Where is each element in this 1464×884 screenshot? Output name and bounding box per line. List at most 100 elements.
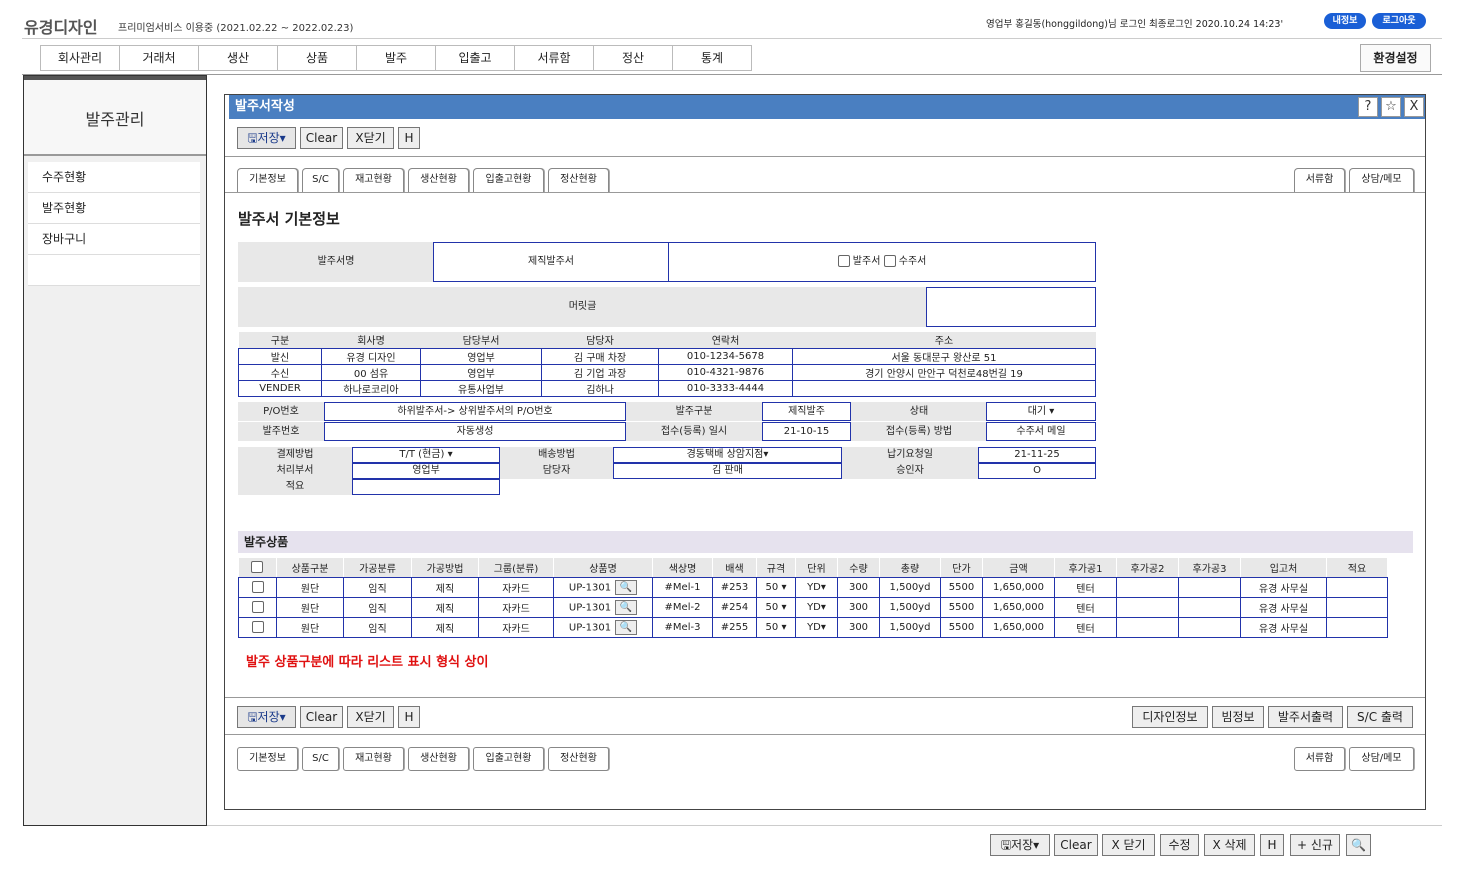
- received-order-checkbox[interactable]: [883, 255, 896, 267]
- product-cell[interactable]: [1178, 576, 1241, 598]
- product-cell[interactable]: 임직: [343, 596, 412, 618]
- order-checkbox[interactable]: [837, 255, 850, 267]
- product-name[interactable]: UP-1301: [569, 622, 611, 633]
- star-icon[interactable]: ☆: [1381, 97, 1401, 117]
- close-icon[interactable]: X: [1404, 97, 1424, 117]
- product-cell[interactable]: 텐터: [1054, 576, 1117, 598]
- sidebar-item-cart[interactable]: 장바구니: [28, 224, 200, 255]
- brand-logo[interactable]: 유경디자인: [24, 14, 98, 38]
- settings-button[interactable]: 환경설정: [1360, 44, 1431, 72]
- product-cell[interactable]: 5500: [940, 576, 983, 598]
- menu-production[interactable]: 생산: [199, 45, 278, 71]
- save-button-bottom[interactable]: 🖫저장▾: [237, 706, 296, 728]
- due-date-field[interactable]: 21-11-25: [978, 447, 1096, 463]
- sidebar-item-received-orders[interactable]: 수주현황: [28, 162, 200, 193]
- tab-sc[interactable]: S/C: [302, 168, 339, 192]
- tab-stock[interactable]: 재고현황: [343, 168, 404, 192]
- footer-save-button[interactable]: 🖫저장▾: [990, 834, 1050, 856]
- product-cell[interactable]: 유경 사무실: [1240, 596, 1327, 618]
- product-cell[interactable]: 자카드: [478, 596, 554, 618]
- product-cell[interactable]: 1,500yd: [879, 596, 941, 618]
- tab-production[interactable]: 생산현황: [408, 168, 469, 192]
- company-cell[interactable]: 유경 디자인: [321, 347, 421, 365]
- manager-field[interactable]: 김 판매: [613, 463, 842, 479]
- order-type-field[interactable]: 제직발주: [762, 402, 851, 421]
- print-sc-button[interactable]: S/C 출력: [1347, 706, 1413, 728]
- product-cell[interactable]: 300: [837, 616, 880, 638]
- product-cell[interactable]: [1116, 616, 1179, 638]
- unit-select[interactable]: YD▾: [795, 616, 838, 638]
- phone-cell[interactable]: 010-3333-4444: [658, 379, 793, 397]
- spec-select[interactable]: 50 ▾: [756, 596, 796, 618]
- logout-button[interactable]: 로그아웃: [1372, 13, 1426, 29]
- product-cell[interactable]: 5500: [940, 616, 983, 638]
- sidebar-item-order-status[interactable]: 발주현황: [28, 193, 200, 224]
- tab-inout-bottom[interactable]: 입출고현황: [473, 747, 544, 771]
- product-name[interactable]: UP-1301: [569, 602, 611, 613]
- dept-cell[interactable]: 유통사업부: [420, 379, 542, 397]
- company-cell[interactable]: 하나로코리아: [321, 379, 421, 397]
- address-cell[interactable]: [792, 379, 1096, 397]
- product-cell[interactable]: 제직: [411, 596, 479, 618]
- phone-cell[interactable]: 010-4321-9876: [658, 363, 793, 381]
- product-cell[interactable]: [1178, 616, 1241, 638]
- footer-clear-button[interactable]: Clear: [1054, 834, 1098, 856]
- beam-info-button[interactable]: 빔정보: [1212, 706, 1264, 728]
- product-cell[interactable]: 1,500yd: [879, 616, 941, 638]
- search-icon[interactable]: 🔍: [615, 619, 638, 635]
- my-info-button[interactable]: 내정보: [1324, 13, 1366, 29]
- close-button[interactable]: X닫기: [347, 127, 394, 149]
- h-button-bottom[interactable]: H: [398, 706, 420, 728]
- menu-statistics[interactable]: 통계: [673, 45, 752, 71]
- tab-documents[interactable]: 서류함: [1294, 168, 1345, 192]
- tab-stock-bottom[interactable]: 재고현황: [343, 747, 404, 771]
- clear-button-bottom[interactable]: Clear: [300, 706, 343, 728]
- product-cell[interactable]: [1178, 596, 1241, 618]
- product-cell[interactable]: [1116, 576, 1179, 598]
- print-order-button[interactable]: 발주서출력: [1268, 706, 1343, 728]
- product-cell[interactable]: 1,500yd: [879, 576, 941, 598]
- reg-date-field[interactable]: 21-10-15: [762, 422, 851, 441]
- product-cell[interactable]: 임직: [343, 616, 412, 638]
- product-cell[interactable]: 5500: [940, 596, 983, 618]
- footer-search-icon[interactable]: 🔍: [1346, 834, 1371, 856]
- product-cell[interactable]: #Mel-3: [652, 616, 713, 638]
- header-text-field[interactable]: [926, 287, 1096, 327]
- tab-settlement-bottom[interactable]: 정산현황: [548, 747, 609, 771]
- clear-button[interactable]: Clear: [300, 127, 343, 149]
- contact-cell[interactable]: 김하나: [541, 379, 659, 397]
- menu-settlement[interactable]: 정산: [594, 45, 673, 71]
- order-name-field[interactable]: 제직발주서: [433, 242, 669, 282]
- spec-select[interactable]: 50 ▾: [756, 576, 796, 598]
- row-checkbox[interactable]: [251, 601, 264, 613]
- footer-delete-button[interactable]: X 삭제: [1204, 834, 1255, 856]
- status-select[interactable]: 대기 ▾: [986, 402, 1096, 421]
- design-info-button[interactable]: 디자인정보: [1132, 706, 1208, 728]
- footer-new-button[interactable]: + 신규: [1290, 834, 1340, 856]
- product-cell[interactable]: 제직: [411, 616, 479, 638]
- footer-close-button[interactable]: X 닫기: [1102, 834, 1155, 856]
- footer-h-button[interactable]: H: [1260, 834, 1284, 856]
- unit-select[interactable]: YD▾: [795, 576, 838, 598]
- row-checkbox[interactable]: [251, 581, 264, 593]
- shipping-select[interactable]: 경동택배 상암지점▾: [613, 447, 842, 463]
- menu-products[interactable]: 상품: [278, 45, 357, 71]
- product-cell[interactable]: 텐터: [1054, 596, 1117, 618]
- product-cell[interactable]: 1,650,000: [982, 616, 1055, 638]
- product-cell[interactable]: [1326, 596, 1388, 618]
- reg-method-field[interactable]: 수주서 메일: [986, 422, 1096, 441]
- dept-cell[interactable]: 영업부: [420, 347, 542, 365]
- payment-select[interactable]: T/T (현금) ▾: [352, 447, 500, 463]
- menu-orders[interactable]: 발주: [357, 45, 436, 71]
- unit-select[interactable]: YD▾: [795, 596, 838, 618]
- product-cell[interactable]: #255: [712, 616, 757, 638]
- product-cell[interactable]: 300: [837, 596, 880, 618]
- menu-company[interactable]: 회사관리: [41, 45, 120, 71]
- product-cell[interactable]: [1326, 576, 1388, 598]
- po-field[interactable]: 하위발주서-> 상위발주서의 P/O번호: [324, 402, 626, 421]
- search-icon[interactable]: 🔍: [615, 579, 638, 595]
- memo-field[interactable]: [352, 479, 500, 495]
- approver-field[interactable]: O: [978, 463, 1096, 479]
- tab-inout[interactable]: 입출고현황: [473, 168, 544, 192]
- product-cell[interactable]: 자카드: [478, 616, 554, 638]
